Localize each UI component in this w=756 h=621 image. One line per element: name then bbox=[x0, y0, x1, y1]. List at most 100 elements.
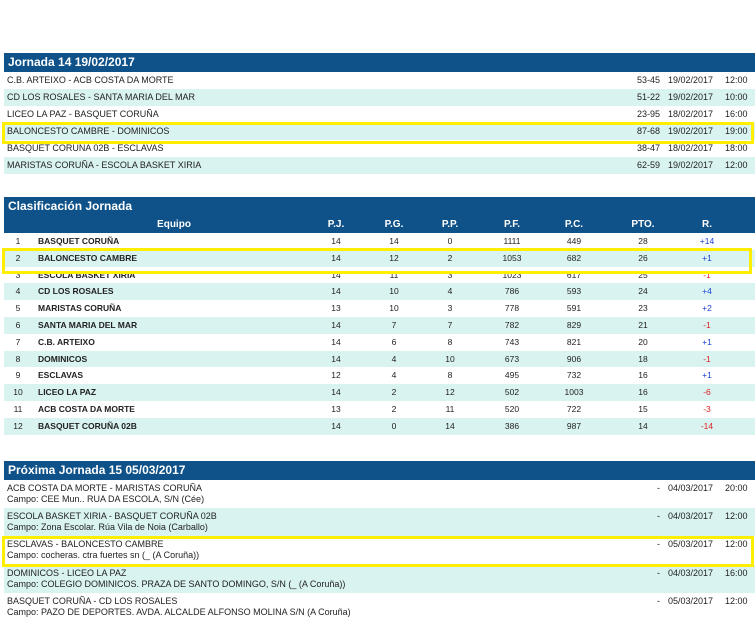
table-row: 7 C.B. ARTEIXO 14 6 8 743 821 20 +1 bbox=[4, 333, 755, 351]
jornada-title: Jornada 14 19/02/2017 bbox=[4, 53, 755, 72]
cell-r: -1 bbox=[703, 269, 711, 280]
cell-pos: 3 bbox=[15, 269, 21, 280]
cell-pc: 591 bbox=[566, 303, 582, 314]
cell-pc: 449 bbox=[566, 236, 582, 246]
fixture-time: 12:00 bbox=[725, 595, 748, 606]
cell-pos: 12 bbox=[13, 420, 23, 431]
cell-pj: 13 bbox=[331, 403, 341, 414]
match-time: 10:00 bbox=[725, 92, 748, 102]
fixture-teams: BASQUET CORUÑA - CD LOS ROSALES bbox=[7, 595, 178, 606]
table-row: 1 BASQUET CORUÑA 14 14 0 1111 449 28 +14 bbox=[4, 233, 755, 250]
match-date: 19/02/2017 bbox=[668, 160, 714, 170]
cell-pto: 16 bbox=[638, 370, 648, 381]
match-time: 16:00 bbox=[725, 109, 748, 119]
match-time: 12:00 bbox=[725, 160, 748, 170]
header-pj: P.J. bbox=[327, 219, 345, 230]
cell-pj: 13 bbox=[331, 303, 341, 314]
match-score: 62-59 bbox=[636, 160, 660, 170]
cell-r: +4 bbox=[702, 286, 712, 297]
match-teams: LICEO LA PAZ - BASQUET CORUÑA bbox=[7, 109, 159, 119]
cell-team: CD LOS ROSALES bbox=[38, 286, 114, 297]
cell-pj: 14 bbox=[331, 252, 341, 263]
fixture-venue: Campo: COLEGIO DOMINICOS. PRAZA DE SANTO… bbox=[7, 578, 346, 589]
cell-pto: 15 bbox=[638, 403, 648, 414]
match-teams: C.B. ARTEIXO - ACB COSTA DA MORTE bbox=[7, 75, 174, 85]
result-row: LICEO LA PAZ - BASQUET CORUÑA 23-95 18/02/… bbox=[4, 106, 755, 123]
fixture-date: 04/03/2017 bbox=[668, 567, 714, 578]
fixture-time: 12:00 bbox=[725, 539, 748, 550]
fixture-row: ESCOLA BASKET XIRIA - BASQUET CORUÑA 02B… bbox=[4, 508, 755, 537]
cell-pj: 14 bbox=[331, 387, 341, 398]
cell-team: DOMINICOS bbox=[38, 353, 88, 364]
cell-pos: 4 bbox=[15, 286, 21, 297]
cell-team: C.B. ARTEIXO bbox=[38, 336, 95, 347]
header-equipo: Equipo bbox=[157, 219, 191, 230]
cell-pto: 25 bbox=[638, 269, 648, 280]
result-row: BALONCESTO CAMBRE - DOMINICOS 87-68 19/02/… bbox=[4, 123, 755, 140]
match-score: 87-68 bbox=[636, 126, 660, 136]
cell-pp: 12 bbox=[445, 387, 455, 398]
match-date: 19/02/2017 bbox=[668, 92, 714, 102]
cell-pj: 14 bbox=[331, 236, 341, 246]
match-score: 53-45 bbox=[636, 75, 660, 85]
match-score: 23-95 bbox=[636, 109, 660, 119]
cell-r: +2 bbox=[702, 303, 712, 314]
match-teams: BASQUET CORUÑA 02B - ESCLAVAS bbox=[7, 143, 164, 153]
cell-pg: 4 bbox=[391, 353, 397, 364]
jornada-results-list: C.B. ARTEIXO - ACB COSTA DA MORTE 53-45 19… bbox=[4, 72, 755, 174]
cell-pg: 14 bbox=[389, 236, 399, 246]
cell-pos: 1 bbox=[15, 236, 21, 246]
cell-team: MARISTAS CORUÑA bbox=[38, 303, 122, 314]
standings-table: 1 BASQUET CORUÑA 14 14 0 1111 449 28 +14 2 BALONCE… bbox=[4, 233, 755, 435]
cell-pg: 4 bbox=[391, 370, 397, 381]
cell-pp: 10 bbox=[445, 353, 455, 364]
fixture-date: 04/03/2017 bbox=[668, 511, 714, 522]
match-date: 19/02/2017 bbox=[668, 126, 714, 136]
cell-pos: 10 bbox=[13, 387, 23, 398]
cell-pos: 6 bbox=[15, 319, 21, 330]
header-pf: P.F. bbox=[504, 219, 520, 230]
fixture-teams: DOMINICOS - LICEO LA PAZ bbox=[7, 567, 127, 578]
match-teams: CD LOS ROSALES - SANTA MARIA DEL MAR bbox=[7, 92, 196, 102]
header-pto: PTO. bbox=[631, 219, 655, 230]
cell-pto: 26 bbox=[638, 252, 648, 263]
jornada-section: Jornada 14 19/02/2017 C.B. ARTEIXO - ACB… bbox=[4, 53, 755, 174]
cell-pj: 12 bbox=[331, 370, 341, 381]
cell-pos: 9 bbox=[15, 370, 21, 381]
cell-pg: 0 bbox=[391, 420, 397, 431]
cell-r: +1 bbox=[702, 252, 712, 263]
cell-pj: 14 bbox=[331, 319, 341, 330]
cell-pf: 1053 bbox=[502, 252, 522, 263]
cell-r: -3 bbox=[703, 403, 711, 414]
cell-team: ESCLAVAS bbox=[38, 370, 84, 381]
table-row: 3 ESCOLA BASKET XIRIA 14 11 3 1023 617 25 -1 bbox=[4, 266, 755, 284]
cell-pj: 14 bbox=[331, 336, 341, 347]
cell-r: -14 bbox=[700, 420, 714, 431]
table-row: 5 MARISTAS CORUÑA 13 10 3 778 591 23 +2 bbox=[4, 300, 755, 317]
cell-pg: 10 bbox=[389, 303, 399, 314]
table-row: 8 DOMINICOS 14 4 10 673 906 18 -1 bbox=[4, 350, 755, 368]
header-pg: P.G. bbox=[384, 219, 404, 230]
cell-pp: 14 bbox=[445, 420, 455, 431]
cell-pg: 2 bbox=[391, 387, 397, 398]
cell-pp: 8 bbox=[447, 370, 453, 381]
cell-pg: 10 bbox=[389, 286, 399, 297]
match-date: 18/02/2017 bbox=[668, 143, 714, 153]
cell-r: +1 bbox=[702, 336, 712, 347]
fixture-teams: ACB COSTA DA MORTE - MARISTAS CORUÑA bbox=[7, 483, 203, 493]
cell-pto: 14 bbox=[638, 420, 648, 431]
fixture-teams: ESCLAVAS - BALONCESTO CAMBRE bbox=[7, 539, 164, 550]
fixture-time: 16:00 bbox=[725, 567, 748, 578]
cell-pf: 743 bbox=[504, 336, 520, 347]
cell-pc: 593 bbox=[566, 286, 582, 297]
cell-pc: 682 bbox=[566, 252, 582, 263]
fixture-teams: ESCOLA BASKET XIRIA - BASQUET CORUÑA 02B bbox=[7, 511, 217, 522]
next-round-list: ACB COSTA DA MORTE - MARISTAS CORUÑA Camp… bbox=[4, 480, 755, 621]
cell-r: -6 bbox=[703, 387, 711, 398]
cell-team: SANTA MARIA DEL MAR bbox=[38, 319, 138, 330]
cell-pc: 829 bbox=[566, 319, 582, 330]
fixture-date: 05/03/2017 bbox=[668, 595, 714, 606]
match-date: 19/02/2017 bbox=[668, 75, 714, 85]
cell-team: ESCOLA BASKET XIRIA bbox=[38, 269, 136, 280]
cell-pc: 1003 bbox=[564, 387, 584, 398]
